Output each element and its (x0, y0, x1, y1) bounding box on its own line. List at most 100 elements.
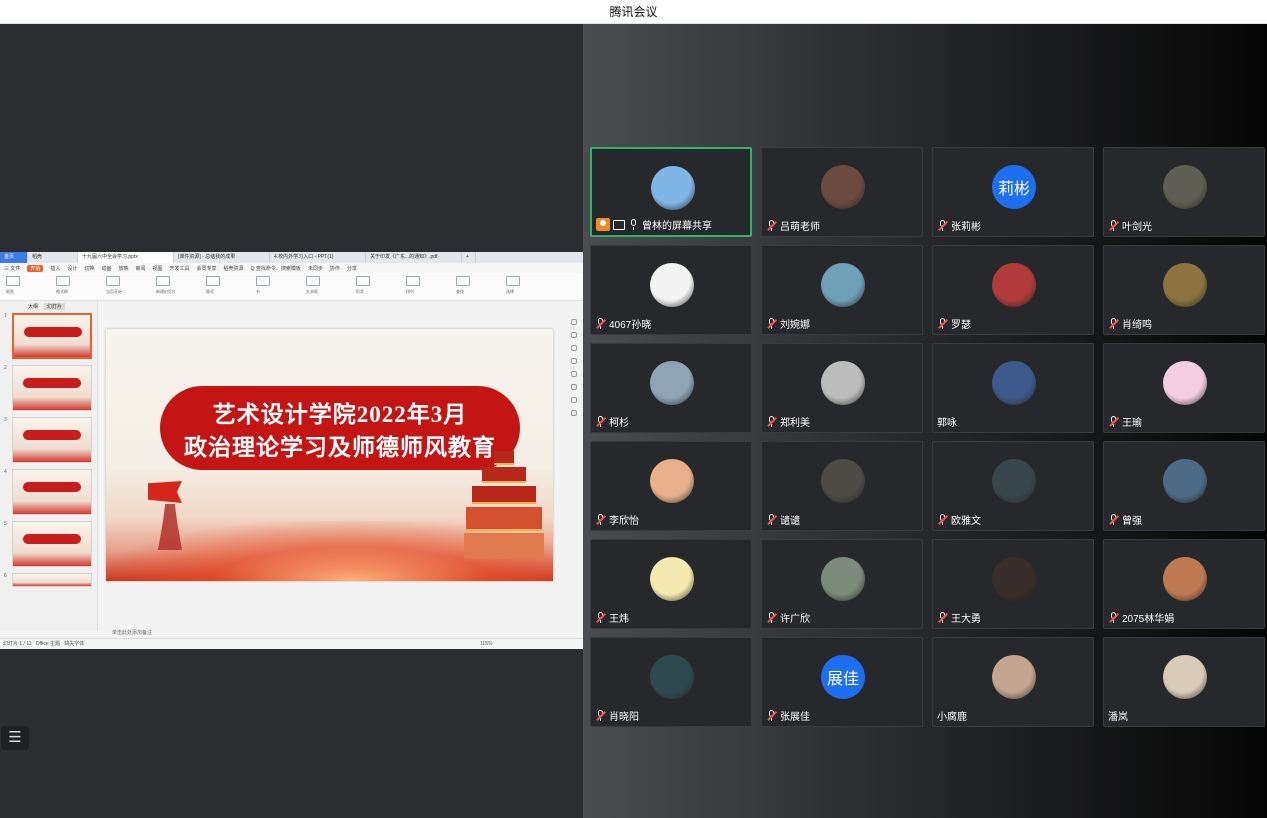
wps-menu-item[interactable]: 审阅 (135, 265, 145, 272)
participant-tile[interactable]: 肖绮鸣 (1103, 245, 1265, 335)
wps-tab[interactable]: 关于印发《广东...的通知》.pdf (366, 252, 462, 263)
participant-avatar (650, 263, 694, 307)
mic-muted-icon (937, 318, 948, 329)
participant-tile[interactable]: 2075林华娟 (1103, 539, 1265, 629)
wps-tab[interactable]: 稻壳 (28, 252, 78, 263)
thumb-view-tab[interactable]: 幻灯片 (44, 303, 66, 310)
participant-tile[interactable]: 王瑜 (1103, 343, 1265, 433)
temple-of-heaven-graphic (464, 449, 544, 559)
participant-name: 谴谴 (780, 516, 800, 527)
wps-menu-item[interactable]: 开始 (27, 264, 44, 272)
participant-name: 曾林的屏幕共享 (642, 221, 712, 232)
participant-tile[interactable]: 李欣怡 (590, 441, 752, 531)
participant-name: 李欣怡 (609, 516, 639, 527)
shared-screen[interactable]: 首页 稻壳 十九届六中全会学习.pptx [课件资源] - 总结我的成果 4.校内外学习… (0, 252, 583, 649)
wps-menu-item[interactable]: 切换 (84, 265, 94, 272)
ribbon-button-icon[interactable] (106, 276, 120, 286)
slide-thumbnail[interactable] (12, 417, 92, 463)
participant-tile[interactable]: 王大勇 (932, 539, 1094, 629)
participant-name: 张莉彬 (951, 222, 981, 233)
participant-avatar (650, 557, 694, 601)
ribbon-button-icon[interactable] (56, 276, 70, 286)
wps-menu-item[interactable]: 设计 (67, 265, 77, 272)
red-flag-graphic (148, 481, 182, 503)
mic-muted-icon (937, 220, 948, 231)
ribbon-button-icon[interactable] (506, 276, 520, 286)
ribbon-button-icon[interactable] (406, 276, 420, 286)
slide-thumbnail[interactable] (12, 521, 92, 567)
participant-tile[interactable]: 潘岚 (1103, 637, 1265, 727)
participant-tile[interactable]: 许广欣 (761, 539, 923, 629)
participant-name: 肖晓阳 (609, 712, 639, 723)
participant-label: 刘婉娜 (766, 317, 810, 331)
slide-thumbnail[interactable] (12, 469, 92, 515)
participant-label: 潘岚 (1108, 709, 1128, 723)
participant-tile[interactable]: 莉彬 张莉彬 (932, 147, 1094, 237)
participant-avatar (821, 361, 865, 405)
participant-avatar (821, 165, 865, 209)
wps-menu-item[interactable]: 协作 (330, 265, 340, 272)
ribbon-button-icon[interactable] (156, 276, 170, 286)
slide-thumbnail[interactable] (12, 313, 92, 359)
wps-menu-item[interactable]: 开发工具 (170, 265, 190, 272)
participant-name: 潘岚 (1108, 712, 1128, 723)
mic-icon (628, 219, 639, 230)
participant-label: 肖绮鸣 (1108, 317, 1152, 331)
participant-avatar (992, 459, 1036, 503)
current-slide: 艺术设计学院2022年3月 政治理论学习及师德师风教育 (106, 329, 553, 581)
participant-name: 王大勇 (951, 614, 981, 625)
wps-menu-item[interactable]: 视图 (153, 265, 163, 272)
slide-thumbnail[interactable] (12, 365, 92, 411)
participant-tile[interactable]: 叶剑光 (1103, 147, 1265, 237)
participant-tile[interactable]: 郑利美 (761, 343, 923, 433)
wps-menu-item[interactable]: 分享 (347, 265, 357, 272)
participant-tile[interactable]: 柯杉 (590, 343, 752, 433)
participant-tile[interactable]: 郭咏 (932, 343, 1094, 433)
ribbon-button-icon[interactable] (306, 276, 320, 286)
wps-menu-item[interactable]: Q 查找命令、搜索模板 (251, 265, 301, 272)
slide-number: 4 (4, 469, 7, 475)
wps-tab[interactable]: 十九届六中全会学习.pptx (78, 252, 174, 263)
ribbon-button-icon[interactable] (356, 276, 370, 286)
slide-thumbnail[interactable] (12, 573, 92, 587)
participant-name: 王炜 (609, 614, 629, 625)
status-page: 幻灯片 1 / 11 (3, 641, 32, 647)
wps-menu-item[interactable]: 三 文件 (4, 265, 20, 272)
participant-label: 欧雅文 (937, 513, 981, 527)
wps-menu-item[interactable]: 动画 (101, 265, 111, 272)
mic-muted-icon (595, 710, 606, 721)
participant-tile[interactable]: 吕萌老师 (761, 147, 923, 237)
wps-menu-item[interactable]: 放映 (118, 265, 128, 272)
wps-menu-item[interactable]: 未同步 (308, 265, 323, 272)
ribbon-button-icon[interactable] (6, 276, 20, 286)
participant-tile[interactable]: 谴谴 (761, 441, 923, 531)
participant-label: 谴谴 (766, 513, 800, 527)
ribbon-label: 形状 (356, 289, 364, 294)
participant-tile[interactable]: 展佳 张展佳 (761, 637, 923, 727)
ribbon-button-icon[interactable] (456, 276, 470, 286)
member-list-icon[interactable]: ☰ (1, 726, 29, 750)
wps-tab[interactable]: [课件资源] - 总结我的成果 (174, 252, 270, 263)
ribbon-button-icon[interactable] (256, 276, 270, 286)
wps-menu-item[interactable]: 插入 (50, 265, 60, 272)
participant-tile[interactable]: 小腐鹿 (932, 637, 1094, 727)
participant-tile[interactable]: 罗瑟 (932, 245, 1094, 335)
participant-tile[interactable]: 曾强 (1103, 441, 1265, 531)
participant-tile[interactable]: 肖晓阳 (590, 637, 752, 727)
ribbon-button-icon[interactable] (206, 276, 220, 286)
participant-tile[interactable]: 王炜 (590, 539, 752, 629)
participant-avatar (992, 263, 1036, 307)
participant-tile[interactable]: 4067孙晓 (590, 245, 752, 335)
thumb-view-tab[interactable]: 大纲 (28, 303, 38, 310)
mic-muted-icon (937, 612, 948, 623)
participant-tile[interactable]: 刘婉娜 (761, 245, 923, 335)
participant-tile[interactable]: 欧雅文 (932, 441, 1094, 531)
wps-tab[interactable]: 4.校内外学习入口 - PPT(1) (270, 252, 366, 263)
wps-tab[interactable]: 首页 (0, 252, 28, 263)
participant-label: 曾林的屏幕共享 (596, 218, 712, 232)
wps-menu-item[interactable]: 会员专享 (197, 265, 217, 272)
participant-tile[interactable]: 曾林的屏幕共享 (590, 147, 752, 237)
wps-tab[interactable]: + (462, 252, 476, 263)
participant-label: 郭咏 (937, 415, 957, 429)
wps-menu-item[interactable]: 稻壳资源 (224, 265, 244, 272)
